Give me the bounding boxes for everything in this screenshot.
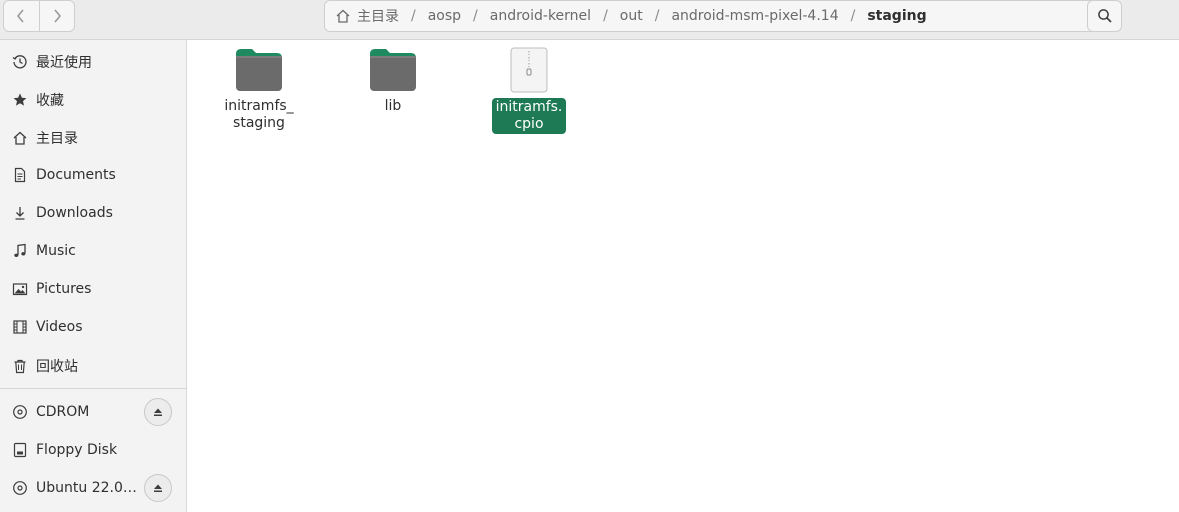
breadcrumb-aosp[interactable]: aosp xyxy=(428,8,461,24)
sidebar-item-label: CDROM xyxy=(36,404,90,420)
breadcrumb-out[interactable]: out xyxy=(620,8,643,24)
breadcrumb-separator: / xyxy=(603,8,608,24)
sidebar-item-label: 回收站 xyxy=(36,359,78,375)
download-icon xyxy=(11,204,29,222)
sidebar-item-trash[interactable]: 回收站 xyxy=(0,349,186,383)
breadcrumb-label: 主目录 xyxy=(357,9,399,25)
chevron-right-icon xyxy=(54,9,61,23)
file-name: initramfs_ staging xyxy=(224,98,294,131)
sidebar-item-label: 主目录 xyxy=(36,131,78,147)
breadcrumb-separator: / xyxy=(473,8,478,24)
film-icon xyxy=(11,318,29,336)
forward-button[interactable] xyxy=(38,1,75,31)
breadcrumb-android-kernel[interactable]: android-kernel xyxy=(490,8,591,24)
breadcrumb: 主目录 / aosp / android-kernel / out / andr… xyxy=(325,1,1090,31)
folder-icon xyxy=(370,49,416,91)
picture-icon xyxy=(11,280,29,298)
file-name: initramfs. cpio xyxy=(491,98,567,134)
breadcrumb-android-msm-pixel[interactable]: android-msm-pixel-4.14 xyxy=(671,8,838,24)
sidebar-item-ubuntu[interactable]: Ubuntu 22.0… xyxy=(0,471,186,505)
sidebar-item-floppy-disk[interactable]: Floppy Disk xyxy=(0,433,186,467)
chevron-left-icon xyxy=(17,9,24,23)
sidebar-divider xyxy=(0,388,186,389)
breadcrumb-separator: / xyxy=(411,8,416,24)
file-name: lib xyxy=(384,98,402,114)
folder-icon xyxy=(236,49,282,91)
sidebar-item-label: 最近使用 xyxy=(36,55,92,71)
sidebar-item-videos[interactable]: Videos xyxy=(0,310,186,344)
sidebar-item-label: Floppy Disk xyxy=(36,442,118,458)
sidebar-item-starred[interactable]: 收藏 xyxy=(0,83,186,117)
disc-icon xyxy=(11,479,29,497)
sidebar-item-label: Downloads xyxy=(36,205,113,221)
sidebar-item-home[interactable]: 主目录 xyxy=(0,121,186,155)
sidebar-item-recent[interactable]: 最近使用 xyxy=(0,45,186,79)
file-view[interactable]: initramfs_ staging lib initramfs. cpio xyxy=(188,40,1179,512)
disc-icon xyxy=(11,403,29,421)
sidebar-item-pictures[interactable]: Pictures xyxy=(0,272,186,306)
eject-button[interactable] xyxy=(144,474,172,502)
sidebar-item-music[interactable]: Music xyxy=(0,234,186,268)
sidebar-item-label: Ubuntu 22.0… xyxy=(36,480,137,496)
home-icon xyxy=(335,8,351,24)
path-bar: 主目录 / aosp / android-kernel / out / andr… xyxy=(324,0,1121,32)
clock-icon xyxy=(11,53,29,71)
eject-icon xyxy=(154,408,162,416)
breadcrumb-separator: / xyxy=(654,8,660,24)
eject-icon xyxy=(154,484,162,492)
file-item-initramfs-staging[interactable]: initramfs_ staging xyxy=(214,48,304,133)
trash-icon xyxy=(11,357,29,375)
archive-file-icon xyxy=(510,47,548,93)
home-icon xyxy=(11,129,29,147)
breadcrumb-staging[interactable]: staging xyxy=(867,8,926,24)
header-bar: 主目录 / aosp / android-kernel / out / andr… xyxy=(0,0,1179,40)
search-icon xyxy=(1097,9,1112,23)
sidebar-item-label: Music xyxy=(36,243,76,259)
file-item-lib[interactable]: lib xyxy=(348,48,438,116)
eject-button[interactable] xyxy=(144,398,172,426)
search-button[interactable] xyxy=(1087,0,1122,32)
sidebar: 最近使用 收藏 主目录 Documents Downloads Music Pi… xyxy=(0,40,187,512)
back-button[interactable] xyxy=(4,1,39,31)
sidebar-item-label: Pictures xyxy=(36,281,92,297)
navigation-buttons xyxy=(3,0,75,32)
sidebar-item-label: 收藏 xyxy=(36,93,64,109)
sidebar-item-label: Videos xyxy=(36,319,83,335)
breadcrumb-home[interactable]: 主目录 xyxy=(335,6,399,26)
music-note-icon xyxy=(11,242,29,260)
sidebar-item-downloads[interactable]: Downloads xyxy=(0,196,186,230)
drive-icon xyxy=(11,441,29,459)
sidebar-item-documents[interactable]: Documents xyxy=(0,158,186,192)
star-icon xyxy=(11,91,29,109)
breadcrumb-separator: / xyxy=(850,8,856,24)
file-item-initramfs-cpio[interactable]: initramfs. cpio xyxy=(484,47,574,134)
sidebar-item-label: Documents xyxy=(36,167,116,183)
document-icon xyxy=(11,166,29,184)
sidebar-item-cdrom[interactable]: CDROM xyxy=(0,395,186,429)
